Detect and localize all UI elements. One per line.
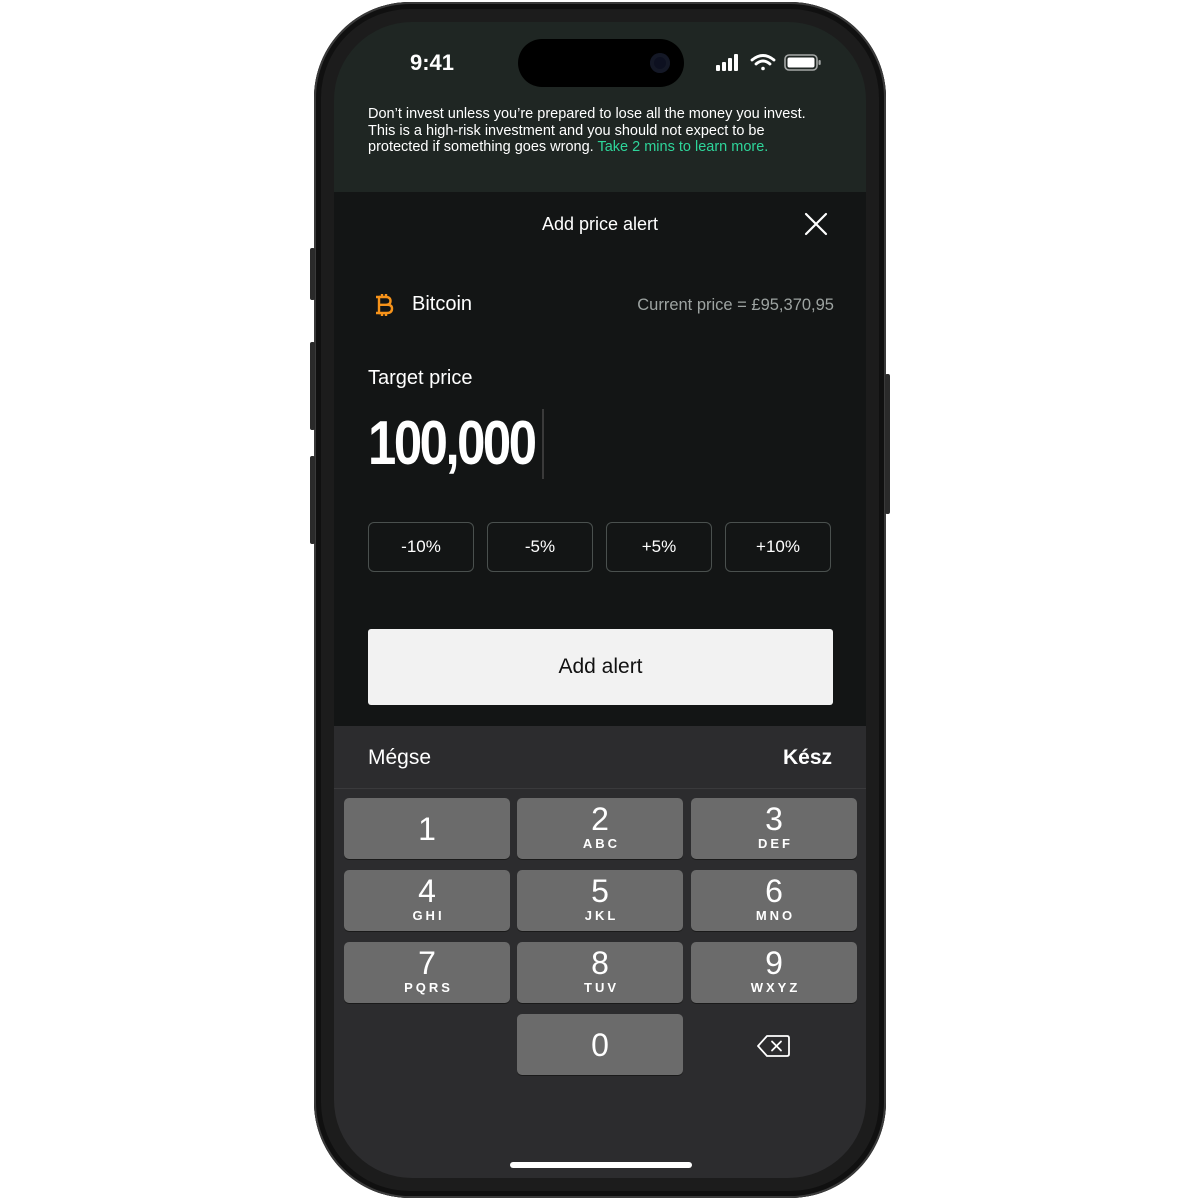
asset-row: Bitcoin Current price = £95,370,95 [368,292,834,322]
bitcoin-icon [376,294,394,316]
target-price-input[interactable]: 100,000 [368,407,537,481]
phone-screen: 9:41 Don’t invest unless you’re prepared… [334,22,866,1178]
battery-icon [784,54,821,71]
key-7[interactable]: 7 PQRS [344,942,510,1003]
volume-down-button [310,456,315,544]
key-letters: GHI [412,908,445,923]
plus-10-percent-button[interactable]: +10% [725,522,831,572]
numeric-keypad: 1 2 ABC 3 DEF 4 GHI 5 JKL 6 MNO 7 PQRS 8… [334,788,866,1178]
current-price: Current price = £95,370,95 [637,296,834,314]
key-letters: MNO [755,908,796,923]
close-icon[interactable] [804,212,828,236]
key-3[interactable]: 3 DEF [691,798,857,859]
key-digit: 7 [418,945,436,981]
power-button [885,374,890,514]
status-time: 9:41 [410,50,455,75]
key-letters: WXYZ [750,980,801,995]
percent-adjust-row: -10% -5% +5% +10% [368,522,833,574]
keyboard-toolbar: Mégse Kész [334,726,866,788]
learn-more-link[interactable]: Take 2 mins to learn more. [597,139,768,155]
volume-up-button [310,342,315,430]
action-button [310,248,315,300]
asset-name: Bitcoin [412,293,473,315]
key-digit: 0 [591,1027,609,1063]
sheet-title: Add price alert [541,214,659,234]
key-digit: 8 [591,945,609,981]
home-indicator[interactable] [510,1162,692,1168]
status-area: 9:41 Don’t invest unless you’re prepared… [334,22,866,192]
add-alert-button[interactable]: Add alert [368,629,833,705]
risk-warning: Don’t invest unless you’re prepared to l… [368,106,828,156]
dynamic-island [518,39,684,87]
key-digit: 6 [765,873,783,909]
key-digit: 1 [418,811,436,847]
key-5[interactable]: 5 JKL [517,870,683,931]
text-caret [542,409,544,479]
cancel-button[interactable]: Mégse [368,746,431,770]
key-letters: TUV [584,980,619,995]
done-button[interactable]: Kész [783,746,832,770]
backspace-icon[interactable] [756,1033,790,1059]
key-2[interactable]: 2 ABC [517,798,683,859]
key-letters: JKL [584,908,619,923]
key-0[interactable]: 0 [517,1014,683,1075]
key-digit: 9 [765,945,783,981]
camera-icon [650,53,670,73]
key-digit: 2 [591,801,609,837]
key-digit: 3 [765,801,783,837]
wifi-icon [750,54,776,71]
plus-5-percent-button[interactable]: +5% [606,522,712,572]
key-8[interactable]: 8 TUV [517,942,683,1003]
status-icons [716,54,821,71]
key-letters: DEF [758,836,793,851]
minus-10-percent-button[interactable]: -10% [368,522,474,572]
target-price-label: Target price [368,367,473,389]
key-1[interactable]: 1 [344,798,510,859]
key-digit: 4 [418,873,436,909]
key-4[interactable]: 4 GHI [344,870,510,931]
key-letters: PQRS [404,980,453,995]
key-6[interactable]: 6 MNO [691,870,857,931]
minus-5-percent-button[interactable]: -5% [487,522,593,572]
signal-icon [716,54,738,71]
add-price-alert-sheet: Add price alert Bitcoin Current price = … [334,192,866,726]
key-letters: ABC [582,836,621,851]
key-digit: 5 [591,873,609,909]
key-9[interactable]: 9 WXYZ [691,942,857,1003]
